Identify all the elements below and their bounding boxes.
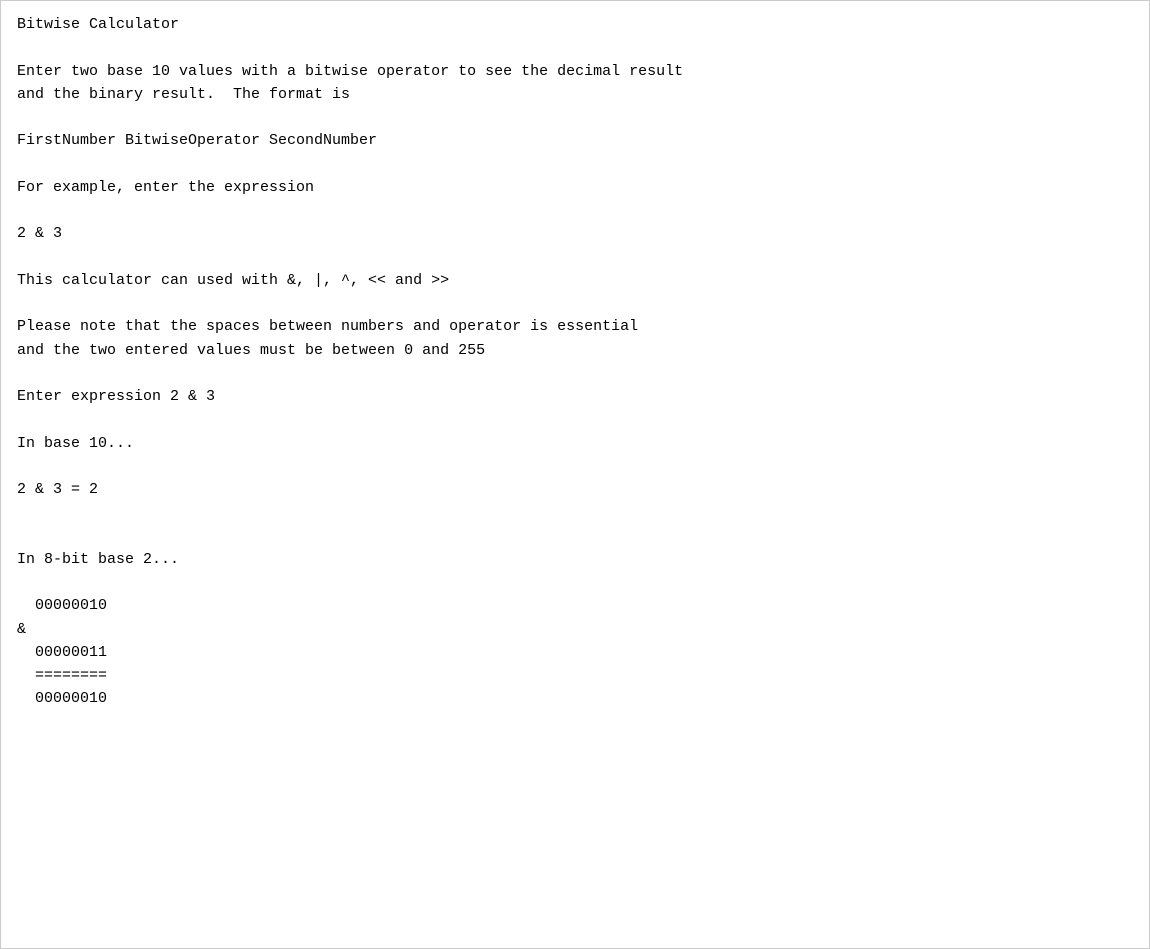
example-label-line: For example, enter the expression [17,176,1133,199]
input-line: Enter expression 2 & 3 [17,385,1133,408]
base10-label-line: In base 10... [17,432,1133,455]
blank-line-7 [17,362,1133,385]
blank-line-6 [17,292,1133,315]
base2-label-line: In 8-bit base 2... [17,548,1133,571]
blank-line-4 [17,199,1133,222]
blank-line-10 [17,501,1133,524]
intro-line-1: Enter two base 10 values with a bitwise … [17,60,1133,83]
binary-num2-line: 00000011 [17,641,1133,664]
blank-line-5 [17,246,1133,269]
base10-result-line: 2 & 3 = 2 [17,478,1133,501]
note-line-1: Please note that the spaces between numb… [17,315,1133,338]
blank-line-8 [17,408,1133,431]
blank-line-9 [17,455,1133,478]
binary-sep-line: ======== [17,664,1133,687]
binary-op-line: & [17,618,1133,641]
blank-line-2 [17,106,1133,129]
title-line: Bitwise Calculator [17,13,1133,36]
binary-num1-line: 00000010 [17,594,1133,617]
terminal-window: Bitwise Calculator Enter two base 10 val… [0,0,1150,949]
operators-line: This calculator can used with &, |, ^, <… [17,269,1133,292]
format-line: FirstNumber BitwiseOperator SecondNumber [17,129,1133,152]
blank-line-12 [17,571,1133,594]
blank-line-1 [17,36,1133,59]
binary-result-line: 00000010 [17,687,1133,710]
note-line-2: and the two entered values must be betwe… [17,339,1133,362]
intro-line-2: and the binary result. The format is [17,83,1133,106]
blank-line-3 [17,153,1133,176]
blank-line-11 [17,525,1133,548]
example-expr-line: 2 & 3 [17,222,1133,245]
